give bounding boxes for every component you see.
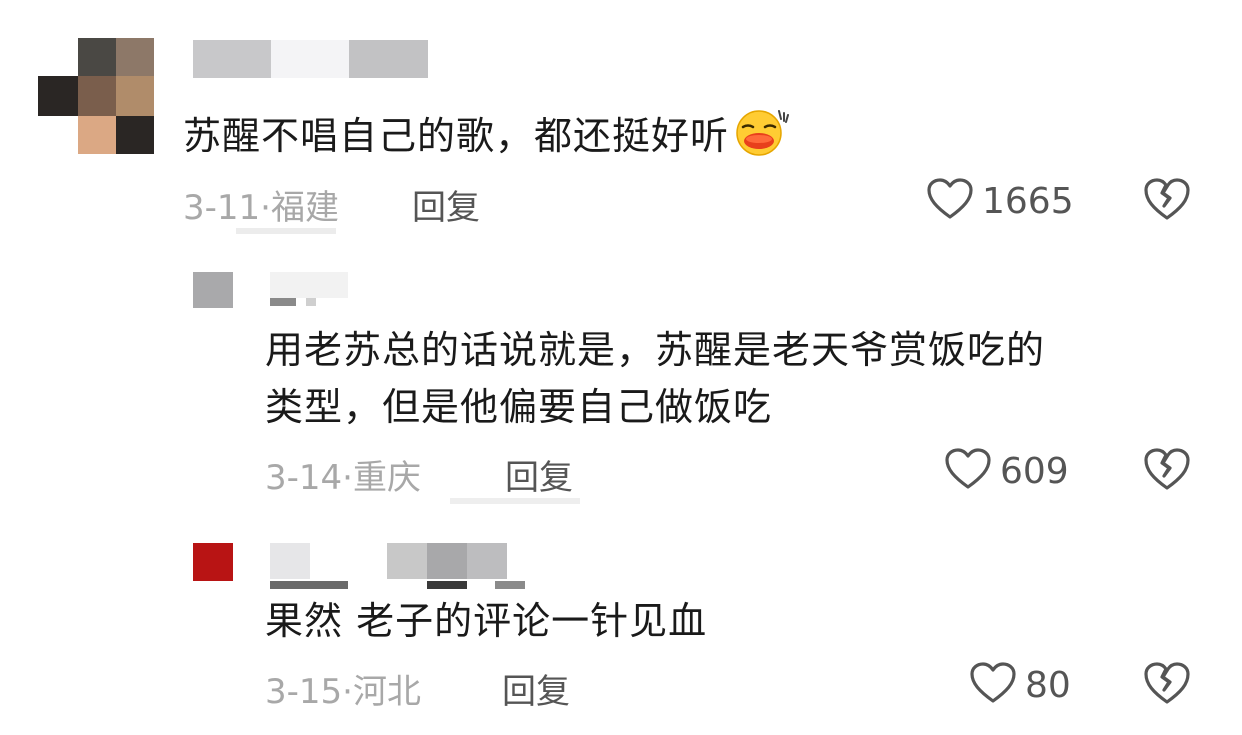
comment-meta: 3-14·重庆 (265, 450, 421, 499)
avatar[interactable] (193, 543, 233, 581)
comment-location: 福建 (270, 188, 339, 228)
comment-text: 果然 老子的评论一针见血 (265, 599, 708, 643)
broken-heart-icon[interactable] (1143, 446, 1191, 494)
like-button[interactable]: 80 (969, 660, 1071, 710)
reply-button[interactable]: 回复 (502, 664, 570, 713)
comment-location: 重庆 (352, 458, 421, 498)
comment-meta: 3-11·福建 (183, 180, 339, 229)
username[interactable] (270, 272, 350, 312)
comment-location: 河北 (352, 672, 421, 712)
broken-heart-icon[interactable] (1143, 176, 1191, 224)
avatar[interactable] (193, 272, 233, 308)
meta-separator: · (342, 672, 353, 712)
blur-artifact (236, 228, 336, 234)
heart-outline-icon (926, 177, 974, 225)
broken-heart-icon[interactable] (1143, 660, 1191, 708)
like-count: 80 (1025, 664, 1071, 706)
avatar[interactable] (38, 38, 156, 156)
duck-face-emoji-icon (733, 105, 790, 172)
comment-text-line-1: 用老苏总的话说就是，苏醒是老天爷赏饭吃的 (265, 328, 1046, 372)
heart-outline-icon (944, 447, 992, 495)
heart-outline-icon (969, 661, 1017, 709)
like-button[interactable]: 609 (944, 446, 1069, 496)
meta-separator: · (260, 188, 271, 228)
meta-separator: · (342, 458, 353, 498)
blur-artifact (450, 498, 580, 504)
comment-meta: 3-15·河北 (265, 664, 421, 713)
comment-date: 3-15 (265, 672, 343, 712)
like-count: 1665 (982, 180, 1074, 222)
comment-text: 苏醒不唱自己的歌，都还挺好听 (183, 105, 790, 172)
comment-body: 苏醒不唱自己的歌，都还挺好听 (183, 114, 730, 158)
comment-thread: 苏醒不唱自己的歌，都还挺好听 3-11·福建 回复 1665 用老苏总的话说就是… (0, 0, 1242, 735)
comment-date: 3-14 (265, 458, 343, 498)
reply-button[interactable]: 回复 (505, 450, 573, 499)
reply-button[interactable]: 回复 (412, 180, 480, 229)
like-button[interactable]: 1665 (926, 176, 1074, 226)
comment-text-line-2: 类型，但是他偏要自己做饭吃 (265, 385, 773, 429)
comment-date: 3-11 (183, 188, 261, 228)
username[interactable] (270, 543, 545, 591)
like-count: 609 (1000, 450, 1069, 492)
username[interactable] (193, 40, 428, 78)
